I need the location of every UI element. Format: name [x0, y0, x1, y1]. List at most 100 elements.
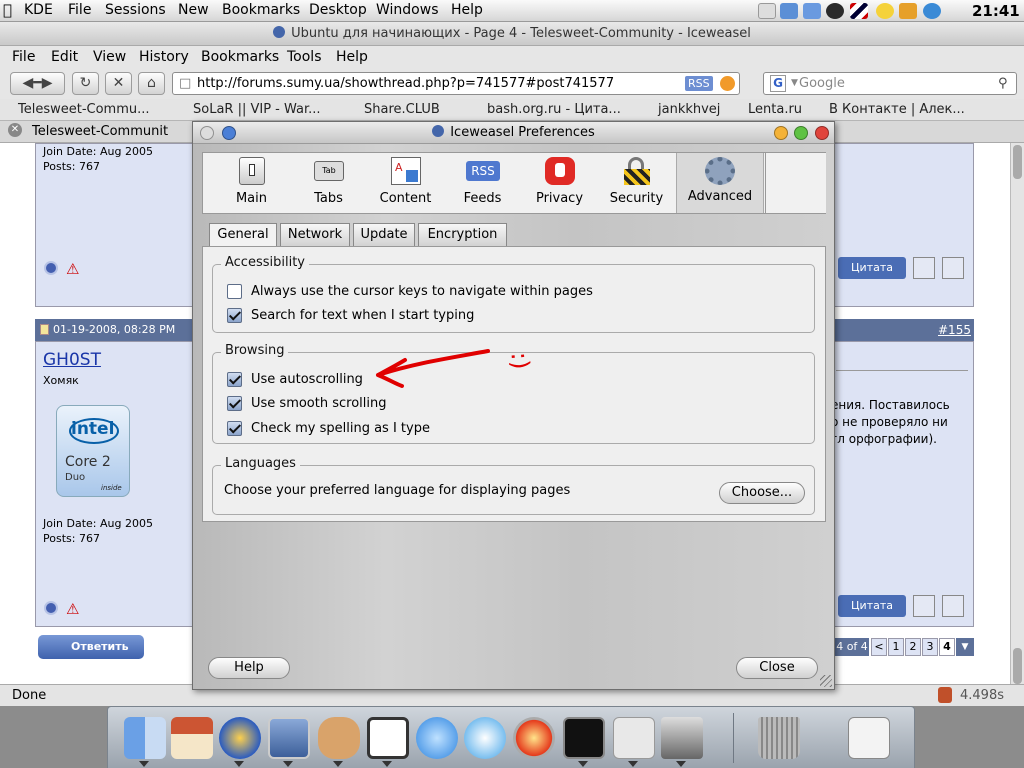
search-icon[interactable]: ⚲ [998, 73, 1008, 94]
url-field[interactable]: □ http://forums.sumy.ua/showthread.php?p… [172, 72, 740, 95]
checkbox-box[interactable] [227, 421, 242, 436]
scroll-up-icon[interactable] [1013, 145, 1022, 179]
page-link[interactable]: 1 [888, 638, 904, 656]
tab-update[interactable]: Update [353, 223, 415, 247]
tray-desktop-2-icon[interactable] [803, 3, 821, 19]
report-icon[interactable]: ⚠ [66, 600, 79, 618]
menu-desktop[interactable]: Desktop [309, 2, 367, 18]
bookmark-item[interactable]: bash.org.ru - Цита... [487, 102, 621, 117]
pane-advanced[interactable]: Advanced [676, 153, 764, 213]
page-link[interactable]: 3 [922, 638, 938, 656]
dialog-menu-icon[interactable] [200, 126, 214, 140]
tab-encryption[interactable]: Encryption [418, 223, 507, 247]
go-icon[interactable] [720, 76, 735, 91]
page-scrollbar[interactable] [1010, 143, 1024, 694]
quote-button[interactable]: Цитата [838, 595, 906, 617]
report-icon[interactable]: ⚠ [66, 260, 79, 278]
menu-edit[interactable]: Edit [51, 49, 78, 65]
apple-icon[interactable]:  [3, 1, 12, 19]
pane-security[interactable]: Security [598, 153, 675, 213]
scroll-thumb[interactable] [1013, 648, 1022, 684]
resize-grip-icon[interactable] [820, 675, 832, 687]
extension-icon[interactable] [938, 687, 952, 703]
video-chat-icon[interactable] [416, 717, 458, 759]
pane-feeds[interactable]: RSS Feeds [444, 153, 521, 213]
burn-icon[interactable] [513, 717, 555, 759]
page-prev[interactable]: < [871, 638, 887, 656]
engine-dropdown-icon[interactable]: ▼ [791, 73, 798, 94]
bookmark-item[interactable]: Telesweet-Commu... [18, 102, 150, 117]
rss-badge[interactable]: RSS [685, 76, 713, 91]
menu-file[interactable]: File [68, 2, 91, 18]
checkbox-box[interactable] [227, 372, 242, 387]
menu-help[interactable]: Help [451, 2, 483, 18]
tray-disc-icon[interactable] [826, 3, 844, 19]
checkbox-box[interactable] [227, 308, 242, 323]
tab-title[interactable]: Telesweet-Communit [32, 124, 168, 139]
scanner-icon[interactable] [661, 717, 703, 759]
menu-windows[interactable]: Windows [376, 2, 439, 18]
home-icon[interactable] [171, 717, 213, 759]
bookmark-item[interactable]: Share.CLUB [364, 102, 440, 117]
pane-tabs[interactable]: Tab Tabs [290, 153, 367, 213]
finder-icon[interactable] [124, 717, 166, 759]
tray-minimize-icon[interactable] [758, 3, 776, 19]
page-menu-icon[interactable]: ▼ [956, 638, 974, 656]
checkbox-box[interactable] [227, 396, 242, 411]
tray-desktop-1-icon[interactable] [780, 3, 798, 19]
close-button[interactable]: Close [736, 657, 818, 679]
multiquote-icon[interactable] [913, 595, 935, 617]
mail-icon[interactable] [268, 717, 310, 759]
username-link[interactable]: GH0ST [43, 350, 101, 370]
tray-eye-icon[interactable] [923, 3, 941, 19]
tab-general[interactable]: General [209, 223, 277, 247]
stop-icon[interactable]: ✕ [105, 72, 132, 95]
search-field[interactable]: G ▼ Google ⚲ [763, 72, 1017, 95]
close-tab-icon[interactable]: ✕ [8, 123, 22, 137]
menu-new[interactable]: New [178, 2, 209, 18]
home-icon[interactable]: ⌂ [138, 72, 165, 95]
menu-view[interactable]: View [93, 49, 126, 65]
chat-icon[interactable] [367, 717, 409, 759]
trash-icon[interactable] [758, 717, 800, 759]
quick-reply-icon[interactable] [942, 257, 964, 279]
tray-x-icon[interactable] [899, 3, 917, 19]
pane-privacy[interactable]: Privacy [521, 153, 598, 213]
bookmark-item[interactable]: Lenta.ru [748, 102, 802, 117]
itunes-icon[interactable] [464, 717, 506, 759]
multiquote-icon[interactable] [913, 257, 935, 279]
reply-button[interactable]: Ответить [38, 635, 144, 659]
menu-bookmarks[interactable]: Bookmarks [201, 49, 279, 65]
choose-languages-button[interactable]: Choose... [719, 482, 805, 504]
window-icon[interactable] [848, 717, 890, 759]
back-forward-button[interactable]: ◀━▶ [10, 72, 65, 95]
quote-button[interactable]: Цитата [838, 257, 906, 279]
pane-main[interactable]: Main [213, 153, 290, 213]
reload-icon[interactable]: ↻ [72, 72, 99, 95]
bookmark-item[interactable]: SoLaR || VIP - War... [193, 102, 321, 117]
tux-icon[interactable] [613, 717, 655, 759]
bookmark-item[interactable]: jankkhvej [658, 102, 720, 117]
minimize-icon[interactable] [774, 126, 788, 140]
close-icon[interactable] [815, 126, 829, 140]
terminal-icon[interactable] [563, 717, 605, 759]
tray-flag-uk-icon[interactable] [850, 3, 868, 19]
menu-kde[interactable]: KDE [24, 2, 53, 18]
menu-history[interactable]: History [139, 49, 189, 65]
bookmark-item[interactable]: В Контакте | Алек... [829, 102, 965, 117]
menu-help[interactable]: Help [336, 49, 368, 65]
quick-reply-icon[interactable] [942, 595, 964, 617]
help-button[interactable]: Help [208, 657, 290, 679]
checkbox-box[interactable] [227, 284, 242, 299]
pane-content[interactable]: A Content [367, 153, 444, 213]
page-link[interactable]: 2 [905, 638, 921, 656]
menu-bookmarks[interactable]: Bookmarks [222, 2, 300, 18]
tray-tux-icon[interactable] [876, 3, 894, 19]
firefox-icon[interactable] [219, 717, 261, 759]
maximize-icon[interactable] [794, 126, 808, 140]
dialog-sticky-icon[interactable] [222, 126, 236, 140]
google-icon[interactable]: G [770, 75, 786, 92]
menu-sessions[interactable]: Sessions [105, 2, 166, 18]
post-number-link[interactable]: #155 [938, 323, 971, 337]
menu-file[interactable]: File [12, 49, 35, 65]
